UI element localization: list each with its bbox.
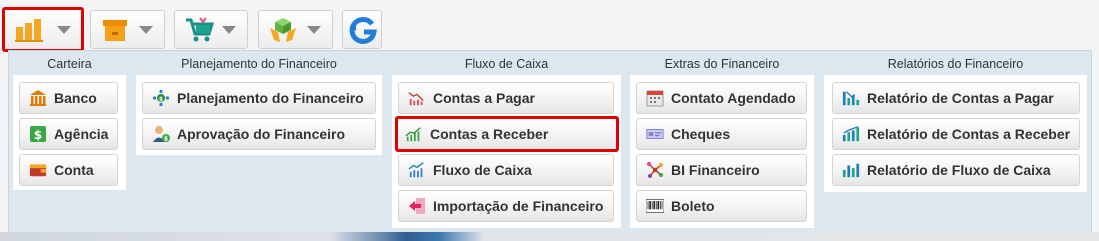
svg-text:$: $ [159,96,163,103]
menu-item-agencia[interactable]: $ Agência [19,118,118,150]
import-arrow-icon [408,197,426,215]
menu-item-label: Contas a Pagar [433,90,535,106]
menu-item-label: Conta [54,162,94,178]
menu-item-label: Contas a Receber [430,126,549,142]
chart-up-icon [405,125,423,143]
menu-item-label: Planejamento do Financeiro [177,90,364,106]
report-chart-icon [842,89,860,107]
menu-item-label: Relatório de Fluxo de Caixa [867,162,1051,178]
products-menu-button[interactable] [90,10,165,49]
finance-bar-chart-icon [13,14,45,46]
menu-item-label: Fluxo de Caixa [433,162,532,178]
menu-item-label: BI Financeiro [671,162,760,178]
column-title: Extras do Financeiro [664,57,780,71]
shopping-cart-icon [183,14,215,46]
chart-line-icon [408,161,426,179]
barcode-icon [646,197,664,215]
refresh-button[interactable] [342,10,382,49]
planning-icon: $ [152,89,170,107]
column-title: Carteira [47,57,92,71]
menu-item-fluxo-de-caixa[interactable]: Fluxo de Caixa [398,154,614,186]
menu-item-boleto[interactable]: Boleto [636,190,807,222]
wallet-icon [29,161,47,179]
chart-down-icon [408,89,426,107]
box-icon [99,14,131,46]
top-toolbar [0,0,1099,52]
bank-icon [29,89,47,107]
svg-text:$: $ [164,136,168,143]
menu-item-cheques[interactable]: Cheques [636,118,807,150]
column-title: Relatórios do Financeiro [887,57,1024,71]
menu-item-label: Relatório de Contas a Receber [867,126,1071,142]
menu-item-contato-agendado[interactable]: Contato Agendado [636,82,807,114]
chevron-down-icon [222,25,236,34]
menu-item-relatorio-fluxo-caixa[interactable]: Relatório de Fluxo de Caixa [832,154,1080,186]
menu-item-aprovacao[interactable]: $ Aprovação do Financeiro [142,118,376,150]
menu-item-label: Cheques [671,126,731,142]
report-chart-icon [842,125,860,143]
menu-item-label: Importação de Financeiro [433,198,604,214]
chevron-down-icon [57,25,71,34]
menu-item-label: Boleto [671,198,715,214]
bi-network-icon [646,161,664,179]
menu-item-conta[interactable]: Conta [19,154,118,186]
menu-item-relatorio-contas-receber[interactable]: Relatório de Contas a Receber [832,118,1080,150]
hands-cube-icon [267,14,299,46]
menu-item-label: Relatório de Contas a Pagar [867,90,1054,106]
menu-item-banco[interactable]: Banco [19,82,118,114]
svg-text:$: $ [34,128,42,142]
chevron-down-icon [139,25,153,34]
menu-item-label: Banco [54,90,97,106]
chevron-down-icon [307,25,321,34]
sales-menu-button[interactable] [174,10,248,49]
menu-item-planejamento[interactable]: $ Planejamento do Financeiro [142,82,376,114]
menu-item-label: Contato Agendado [671,90,796,106]
dollar-icon: $ [29,125,47,143]
menu-item-contas-a-receber[interactable]: Contas a Receber [395,116,619,152]
menu-item-relatorio-contas-pagar[interactable]: Relatório de Contas a Pagar [832,82,1080,114]
column-title: Fluxo de Caixa [464,57,549,71]
cheque-icon [646,125,664,143]
menu-item-bi-financeiro[interactable]: BI Financeiro [636,154,807,186]
finance-menu-button[interactable] [2,7,84,52]
menu-item-label: Aprovação do Financeiro [177,126,346,142]
column-title: Planejamento do Financeiro [181,57,337,71]
menu-item-label: Agência [54,126,109,142]
services-menu-button[interactable] [258,10,333,49]
report-bars-icon [842,161,860,179]
refresh-g-icon [347,14,379,46]
menu-item-importacao[interactable]: Importação de Financeiro [398,190,614,222]
menu-item-contas-a-pagar[interactable]: Contas a Pagar [398,82,614,114]
approval-user-icon: $ [152,125,170,143]
page-background [0,232,1099,241]
calendar-icon [646,89,664,107]
